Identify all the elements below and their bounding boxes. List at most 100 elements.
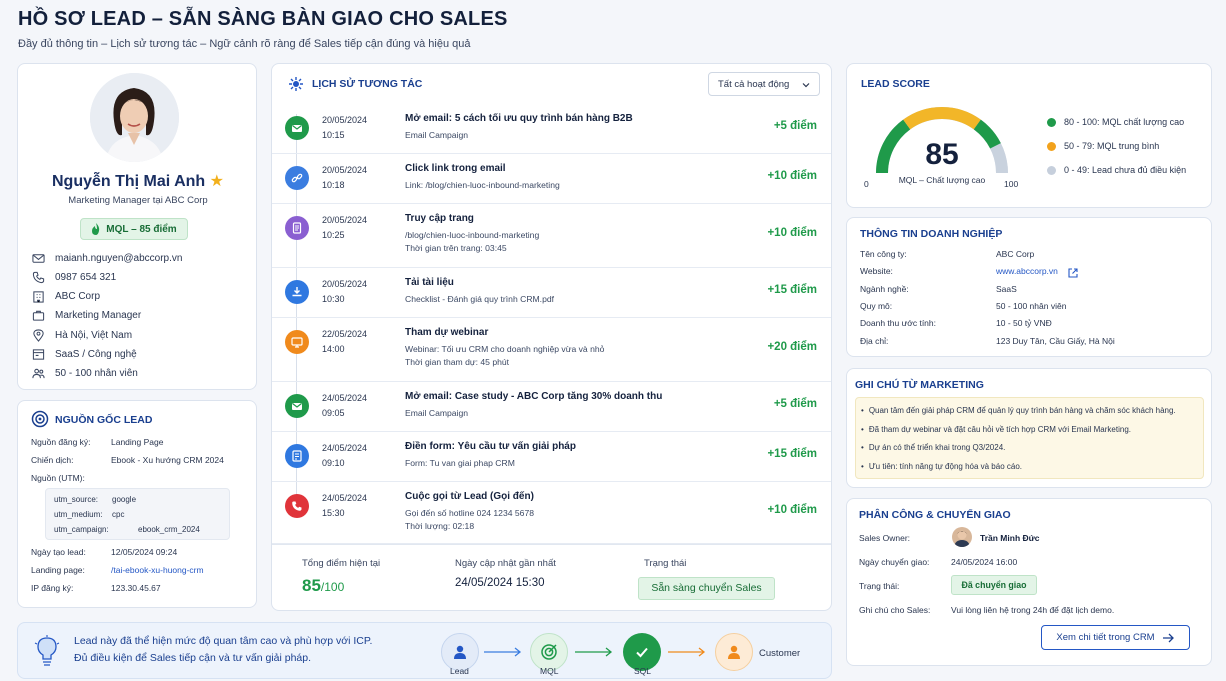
view-in-crm-button[interactable]: Xem chi tiết trong CRM (1041, 625, 1190, 650)
timeline-item[interactable]: 24/05/2024 09:05 Mở email: Case study - AB… (272, 382, 831, 432)
stage-customer-label: Customer (759, 648, 801, 659)
timeline-item[interactable]: 20/05/2024 10:30 Tải tài liệu Checklist - Đ… (272, 268, 831, 318)
score-legend-item: 0 - 49: Lead chưa đủ điều kiện (1047, 165, 1186, 175)
history-card: LỊCH SỬ TƯƠNG TÁC Tất cả hoạt động 20/05… (271, 63, 832, 611)
landing-page-link[interactable]: /tai-ebook-xu-huong-crm (111, 565, 204, 575)
timeline-points: +5 điểm (773, 120, 817, 132)
timeline-points: +15 điểm (767, 284, 817, 296)
source-title: NGUỒN GỐC LEAD (55, 414, 153, 426)
page-subtitle: Đầy đủ thông tin – Lịch sử tương tác – N… (18, 38, 471, 50)
note-item: • Đã tham dự webinar và đặt câu hỏi về tí… (861, 424, 1131, 434)
enterprise-value: 123 Duy Tân, Cầu Giấy, Hà Nội (996, 335, 1115, 346)
timeline-title: Mở email: 5 cách tối ưu quy trình bán hà… (405, 113, 633, 124)
arrow-right-icon (1162, 633, 1174, 642)
timeline-date: 24/05/2024 09:05 (322, 393, 368, 418)
timeline-item[interactable]: 24/05/2024 09:10 Điền form: Yêu cầu tư vấn… (272, 432, 831, 482)
avatar (90, 73, 179, 162)
timeline-detail: Webinar: Tối ưu CRM cho doanh nghiệp vừa… (405, 344, 605, 354)
score-caption: MQL – Chất lượng cao (898, 175, 986, 185)
building-icon (33, 291, 44, 303)
size-row: 50 - 100 nhân viên (32, 367, 138, 380)
note-item: • Ưu tiên: tính năng tự động hóa và báo c… (861, 461, 1022, 471)
position-row: Marketing Manager (32, 309, 141, 322)
enterprise-value: 10 - 50 tỷ VNĐ (996, 318, 1052, 329)
timeline-detail: Gọi đến số hotline 024 1234 5678 (405, 508, 535, 518)
timeline-date: 20/05/2024 10:15 (322, 115, 368, 140)
external-link-icon[interactable] (1068, 265, 1078, 283)
location-pin-icon (33, 329, 44, 342)
timeline-date: 20/05/2024 10:25 (322, 215, 368, 240)
timeline-item[interactable]: 22/05/2024 14:00 Tham dự webinar Webinar: T… (272, 318, 831, 382)
timeline-title: Điền form: Yêu cầu tư vấn giải pháp (405, 441, 576, 452)
lead-role: Marketing Manager tại ABC Corp (68, 195, 208, 206)
timeline-item[interactable]: 24/05/2024 15:30 Cuộc gọi từ Lead (Gọi đến… (272, 482, 831, 544)
arrow-mql-sql (575, 647, 613, 657)
notes-title: GHI CHÚ TỪ MARKETING (855, 379, 984, 391)
lightbulb-icon (34, 635, 60, 672)
mail-icon (285, 394, 309, 418)
history-icon (288, 76, 304, 97)
star-icon[interactable]: ★ (210, 173, 224, 190)
phone-icon (285, 494, 309, 518)
webinar-icon (285, 330, 309, 354)
score-legend-item: 50 - 79: MQL trung bình (1047, 141, 1159, 151)
legend-dot (1047, 165, 1056, 175)
arrow-sql-customer (668, 647, 706, 657)
enterprise-value: ABC Corp (996, 249, 1035, 259)
legend-dot (1047, 117, 1056, 127)
arrow-lead-mql (484, 647, 522, 657)
lead-name: Nguyễn Thị Mai Anh (52, 173, 206, 190)
timeline-item[interactable]: 20/05/2024 10:18 Click link trong email Lin… (272, 154, 831, 204)
enterprise-label: Ngành nghề: (860, 283, 909, 294)
timeline-item[interactable]: 20/05/2024 10:25 Truy cập trang/blog/chien… (272, 204, 831, 268)
phone-row[interactable]: 0987 654 321 (32, 271, 116, 284)
handover-status-badge: Đã chuyển giao (951, 575, 1037, 595)
timeline-detail: Form: Tu van giai phap CRM (405, 458, 515, 468)
timeline-detail: Checklist - Đánh giá quy trình CRM.pdf (405, 294, 555, 304)
timeline-date: 20/05/2024 10:18 (322, 165, 368, 190)
timeline-points: +10 điểm (767, 504, 817, 516)
utm-box: utm_source: google utm_medium: cpc utm_c… (45, 488, 230, 540)
timeline-detail: Email Campaign (405, 130, 469, 140)
page-icon (285, 216, 309, 240)
sales-owner-avatar (952, 527, 972, 547)
mail-icon (285, 116, 309, 140)
form-icon (285, 444, 309, 468)
timeline-title: Tham dự webinar (405, 327, 489, 338)
download-icon (285, 280, 309, 304)
timeline-points: +5 điểm (773, 398, 817, 410)
industry-icon (32, 349, 45, 360)
lead-score-title: LEAD SCORE (861, 78, 930, 90)
email-row[interactable]: maianh.nguyen@abccorp.vn (32, 252, 182, 265)
legend-dot (1047, 141, 1056, 151)
stage-mql-label: MQL (540, 666, 559, 676)
insight-line-1: Lead này đã thể hiện mức độ quan tâm cao… (74, 635, 373, 647)
timeline-detail: Email Campaign (405, 408, 469, 418)
mail-icon (32, 254, 45, 263)
score-legend-item: 80 - 100: MQL chất lượng cao (1047, 117, 1184, 127)
timeline-title: Click link trong email (405, 163, 506, 174)
insight-bar: Lead này đã thể hiện mức độ quan tâm cao… (17, 622, 832, 679)
timeline-title: Mở email: Case study - ABC Corp tăng 30%… (405, 391, 663, 402)
timeline-title: Truy cập trang (405, 213, 474, 224)
total-score: 85/100 (302, 576, 345, 595)
enterprise-label: Địa chỉ: (860, 335, 889, 346)
timeline-item[interactable]: 20/05/2024 10:15 Mở email: 5 cách tối ưu q… (272, 104, 831, 154)
stage-sql-label: SQL (634, 666, 652, 676)
team-icon (32, 368, 45, 379)
link-icon (285, 166, 309, 190)
timeline-points: +10 điểm (767, 170, 817, 182)
enterprise-label: Quy mô: (860, 300, 893, 311)
timeline-detail-2: Thời lượng: 02:18 (405, 521, 475, 531)
chevron-down-icon (802, 83, 810, 88)
activity-filter-select[interactable]: Tất cả hoạt động (708, 72, 820, 96)
enterprise-label: Website: (860, 266, 893, 277)
timeline-title: Tải tài liệu (405, 277, 454, 288)
website-link[interactable]: www.abccorp.vn (996, 266, 1058, 276)
timeline-detail: Link: /blog/chien-luoc-inbound-marketing (405, 180, 560, 190)
history-title: LỊCH SỬ TƯƠNG TÁC (312, 78, 423, 90)
timeline-date: 24/05/2024 09:10 (322, 443, 368, 468)
handover-card: PHÂN CÔNG & CHUYỂN GIAO Sales Owner: Trầ… (846, 498, 1212, 666)
source-card: NGUỒN GỐC LEAD Nguồn đăng ký: Landing Pa… (17, 400, 257, 608)
timeline-date: 20/05/2024 10:30 (322, 279, 368, 304)
